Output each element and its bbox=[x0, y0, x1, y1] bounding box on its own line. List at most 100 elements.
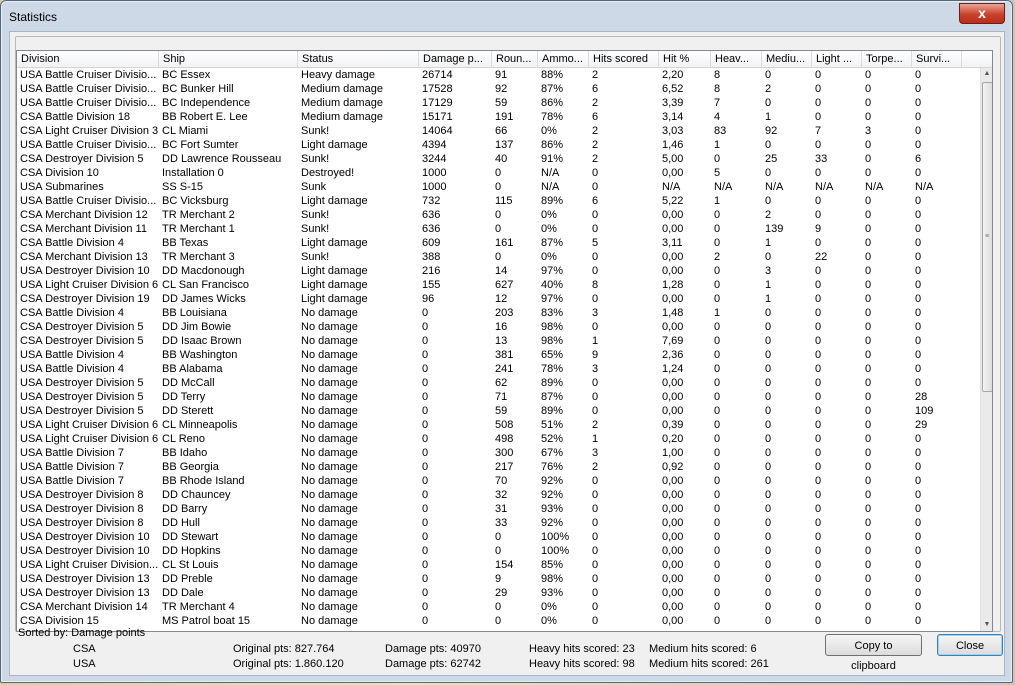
table-cell: 0 bbox=[915, 489, 922, 501]
table-cell: 6 bbox=[592, 111, 599, 123]
table-row[interactable]: CSA Destroyer Division 19 DD James Wicks L… bbox=[17, 292, 980, 306]
column-header-cell[interactable]: Ship bbox=[159, 51, 298, 67]
window-close-button[interactable]: x bbox=[959, 3, 1005, 24]
table-row[interactable]: USA Destroyer Division 8 DD Hull No damage… bbox=[17, 516, 980, 530]
table-row[interactable]: USA Destroyer Division 5 DD Sterett No dam… bbox=[17, 404, 980, 418]
table-row[interactable]: USA Battle Cruiser Divisio... BC Bunker H… bbox=[17, 82, 980, 96]
column-header-cell[interactable]: Ammo... bbox=[538, 51, 589, 67]
table-cell: 17528 bbox=[422, 83, 453, 95]
table-row[interactable]: USA Destroyer Division 8 DD Chauncey No da… bbox=[17, 488, 980, 502]
table-row[interactable]: USA Destroyer Division 13 DD Preble No dam… bbox=[17, 572, 980, 586]
column-header-cell[interactable]: Mediu... bbox=[762, 51, 812, 67]
table-cell: 0 bbox=[865, 321, 872, 333]
table-row[interactable]: USA Destroyer Division 13 DD Dale No damag… bbox=[17, 586, 980, 600]
column-header-cell[interactable]: Hit % bbox=[659, 51, 711, 67]
table-row[interactable]: USA Destroyer Division 10 DD Hopkins No da… bbox=[17, 544, 980, 558]
table-cell: Light damage bbox=[301, 237, 368, 249]
table-cell: 0 bbox=[865, 111, 872, 123]
statistics-list[interactable]: Division Ship Status Damage p... Roun... Ammo… bbox=[16, 50, 993, 632]
table-row[interactable]: CSA Destroyer Division 5 DD Isaac Brown No… bbox=[17, 334, 980, 348]
table-row[interactable]: CSA Division 10 Installation 0 Destroyed! 1… bbox=[17, 166, 980, 180]
table-row[interactable]: CSA Destroyer Division 5 DD Jim Bowie No d… bbox=[17, 320, 980, 334]
table-cell: 191 bbox=[495, 111, 514, 123]
table-cell: 8 bbox=[714, 83, 721, 95]
table-row[interactable]: CSA Battle Division 4 BB Texas Light damag… bbox=[17, 236, 980, 250]
table-cell: 0 bbox=[714, 475, 721, 487]
column-header-cell[interactable]: Light ... bbox=[812, 51, 862, 67]
table-cell: 0 bbox=[592, 559, 599, 571]
table-cell: 32 bbox=[495, 489, 508, 501]
table-cell: 0 bbox=[765, 419, 772, 431]
table-row[interactable]: USA Destroyer Division 5 DD Terry No damag… bbox=[17, 390, 980, 404]
table-cell: CSA Merchant Division 11 bbox=[20, 223, 147, 235]
table-row[interactable]: CSA Merchant Division 13 TR Merchant 3 Sun… bbox=[17, 250, 980, 264]
table-row[interactable]: USA Battle Cruiser Divisio... BC Essex Hea… bbox=[17, 68, 980, 82]
column-header-cell[interactable]: Status bbox=[298, 51, 419, 67]
table-row[interactable]: USA Light Cruiser Division 6 CL Minneapol… bbox=[17, 418, 980, 432]
table-cell: 0 bbox=[422, 573, 429, 585]
table-row[interactable]: USA Battle Cruiser Divisio... BC Fort Sum… bbox=[17, 138, 980, 152]
table-row[interactable]: USA Destroyer Division 10 DD Macdonough Li… bbox=[17, 264, 980, 278]
table-cell: 92% bbox=[541, 475, 564, 487]
table-row[interactable]: USA Destroyer Division 8 DD Barry No damag… bbox=[17, 502, 980, 516]
table-cell: BB Georgia bbox=[162, 461, 219, 473]
table-row[interactable]: CSA Merchant Division 14 TR Merchant 4 No … bbox=[17, 600, 980, 614]
column-header-cell[interactable]: Hits scored bbox=[589, 51, 659, 67]
table-row[interactable]: CSA Battle Division 18 BB Robert E. Lee Me… bbox=[17, 110, 980, 124]
table-cell: USA Battle Cruiser Divisio... bbox=[20, 69, 157, 81]
table-row[interactable]: USA Battle Division 7 BB Rhode Island No d… bbox=[17, 474, 980, 488]
table-row[interactable]: CSA Battle Division 4 BB Louisiana No dama… bbox=[17, 306, 980, 320]
table-cell: 0 bbox=[422, 503, 429, 515]
table-row[interactable]: USA Battle Division 4 BB Washington No dam… bbox=[17, 348, 980, 362]
column-header-cell[interactable]: Division bbox=[17, 51, 159, 67]
table-row[interactable]: USA Battle Division 4 BB Alabama No damage… bbox=[17, 362, 980, 376]
table-row[interactable]: USA Battle Cruiser Divisio... BC Independ… bbox=[17, 96, 980, 110]
table-row[interactable]: USA Battle Division 7 BB Georgia No damage… bbox=[17, 460, 980, 474]
table-cell: 0 bbox=[714, 265, 721, 277]
table-cell: No damage bbox=[301, 419, 358, 431]
table-cell: CSA Merchant Division 12 bbox=[20, 209, 148, 221]
table-row[interactable]: CSA Division 15 MS Patrol boat 15 No damag… bbox=[17, 614, 980, 628]
summary-original-pts: Original pts: 827.764 bbox=[233, 643, 335, 655]
title-bar[interactable]: Statistics x bbox=[1, 1, 1012, 31]
table-cell: USA Light Cruiser Division... bbox=[20, 559, 159, 571]
table-cell: DD Lawrence Rousseau bbox=[162, 153, 282, 165]
table-cell: No damage bbox=[301, 489, 358, 501]
table-cell: 87% bbox=[541, 391, 564, 403]
table-row[interactable]: USA Light Cruiser Division... CL St Louis… bbox=[17, 558, 980, 572]
table-row[interactable]: USA Destroyer Division 5 DD McCall No dama… bbox=[17, 376, 980, 390]
table-cell: 0 bbox=[815, 433, 822, 445]
table-row[interactable]: USA Light Cruiser Division 6 CL San Franc… bbox=[17, 278, 980, 292]
scroll-thumb[interactable]: ≡ bbox=[982, 82, 992, 392]
vertical-scrollbar[interactable]: ▲ ≡ ▼ bbox=[980, 68, 992, 631]
scroll-up-arrow-icon[interactable]: ▲ bbox=[981, 68, 992, 80]
table-cell: 388 bbox=[422, 251, 441, 263]
table-cell: 0 bbox=[865, 447, 872, 459]
table-row[interactable]: CSA Light Cruiser Division 3 CL Miami Sunk… bbox=[17, 124, 980, 138]
close-button[interactable]: Close bbox=[937, 634, 1003, 656]
table-cell: 161 bbox=[495, 237, 514, 249]
table-cell: N/A bbox=[815, 181, 834, 193]
table-cell: CSA Destroyer Division 19 bbox=[20, 293, 150, 305]
table-row[interactable]: CSA Merchant Division 11 TR Merchant 1 Sun… bbox=[17, 222, 980, 236]
table-row[interactable]: CSA Merchant Division 12 TR Merchant 2 Sun… bbox=[17, 208, 980, 222]
table-cell: 0 bbox=[495, 181, 502, 193]
table-cell: 241 bbox=[495, 363, 514, 375]
table-row[interactable]: USA Battle Cruiser Divisio... BC Vicksbur… bbox=[17, 194, 980, 208]
table-cell: 0 bbox=[865, 489, 872, 501]
column-header-cell[interactable]: Roun... bbox=[492, 51, 538, 67]
table-cell: 0 bbox=[592, 517, 599, 529]
column-header-cell[interactable]: Heav... bbox=[711, 51, 762, 67]
table-row[interactable]: CSA Destroyer Division 5 DD Lawrence Rous… bbox=[17, 152, 980, 166]
copy-to-clipboard-button[interactable]: Copy to clipboard bbox=[825, 634, 922, 672]
column-header-cell[interactable]: Damage p... bbox=[419, 51, 492, 67]
scroll-down-arrow-icon[interactable]: ▼ bbox=[981, 619, 992, 631]
table-row[interactable]: USA Battle Division 7 BB Idaho No damage 0 3… bbox=[17, 446, 980, 460]
table-row[interactable]: USA Light Cruiser Division 6 CL Reno No da… bbox=[17, 432, 980, 446]
table-row[interactable]: USA Submarines SS S-15 Sunk 1000 0 N/A 0 N/A N/A… bbox=[17, 180, 980, 194]
column-header-cell[interactable]: Survi... bbox=[912, 51, 962, 67]
table-cell: 92 bbox=[765, 125, 778, 137]
column-header-cell[interactable]: Torpe... bbox=[862, 51, 912, 67]
table-row[interactable]: USA Destroyer Division 10 DD Stewart No da… bbox=[17, 530, 980, 544]
table-cell: USA Destroyer Division 5 bbox=[20, 391, 144, 403]
